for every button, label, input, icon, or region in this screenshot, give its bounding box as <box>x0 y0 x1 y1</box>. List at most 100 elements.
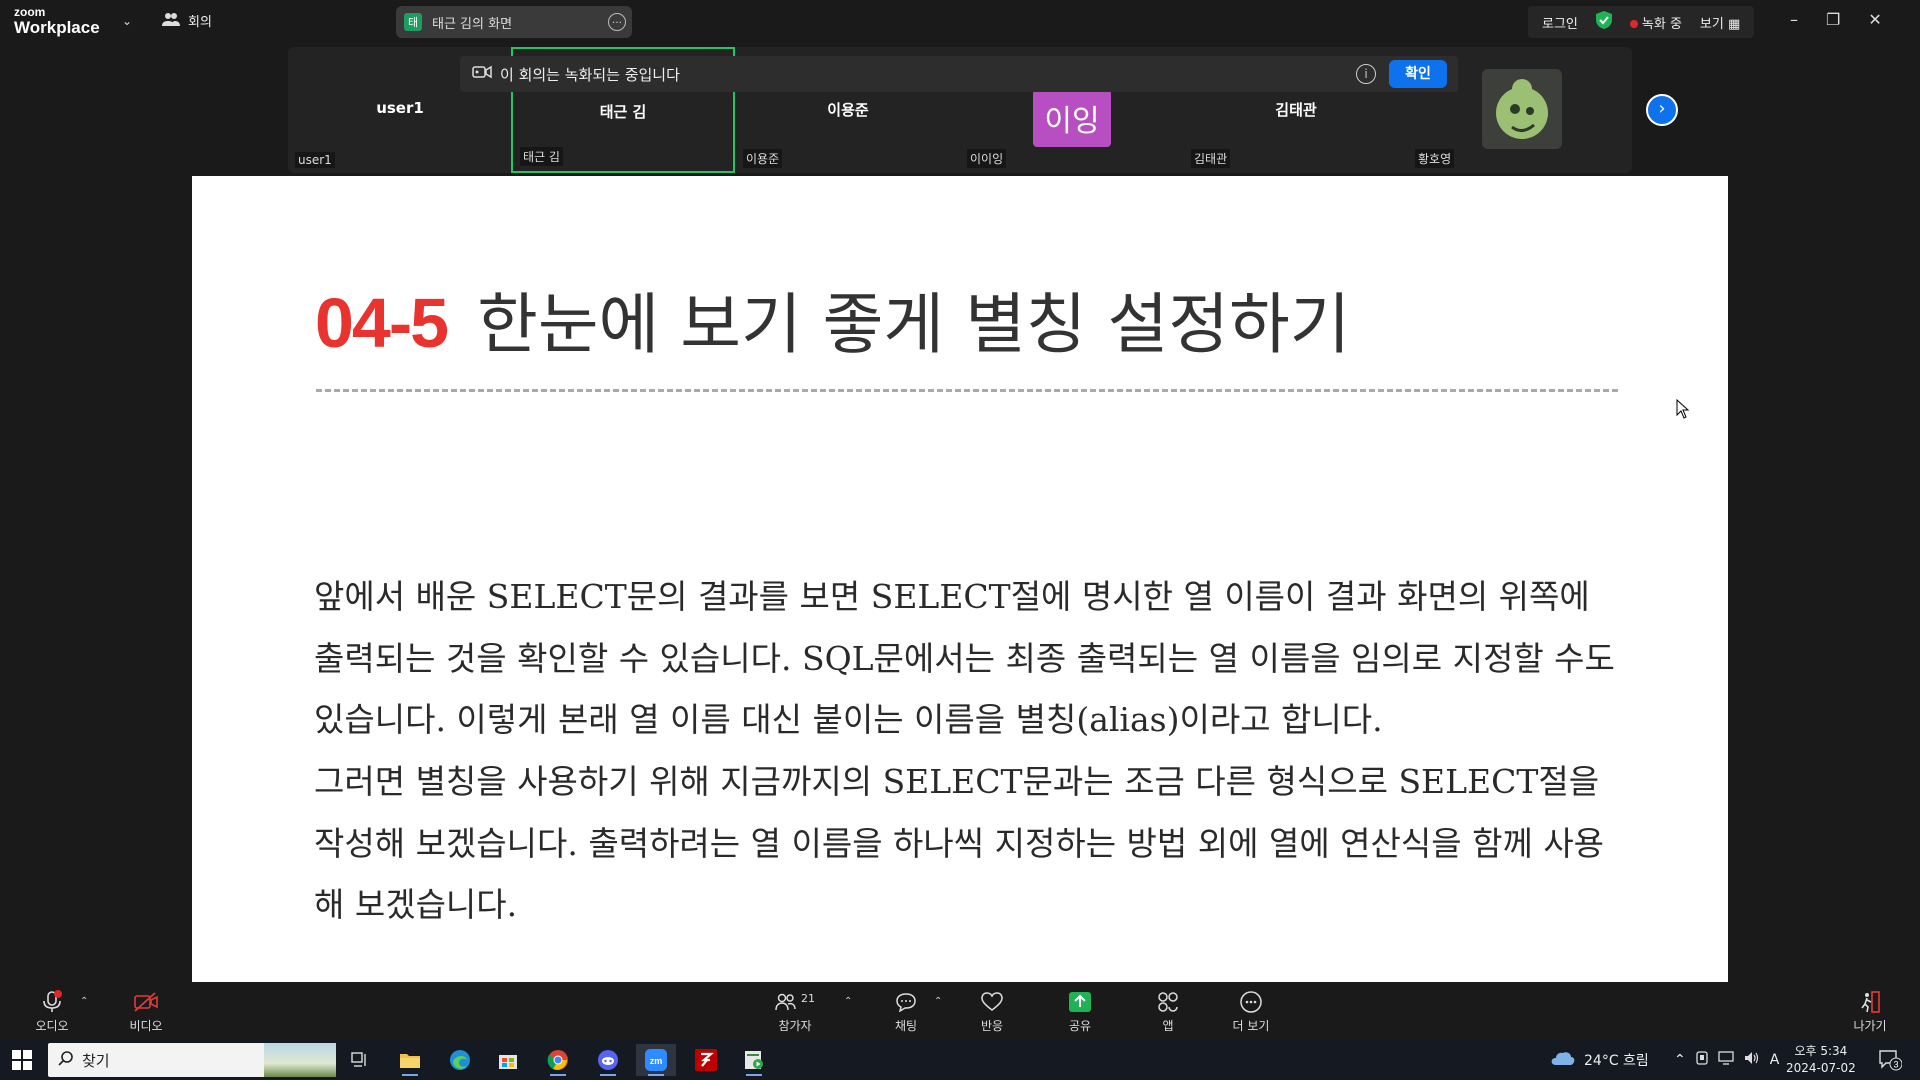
cloud-icon <box>1550 1050 1576 1070</box>
people-icon <box>162 12 180 30</box>
taskbar-search-box[interactable]: 찾기 <box>48 1043 336 1077</box>
share-button[interactable]: 공유 <box>1058 990 1102 1034</box>
view-button[interactable]: 보기 ▦ <box>1700 13 1740 32</box>
search-icon <box>58 1050 74 1070</box>
audio-label: 오디오 <box>35 1019 69 1033</box>
audio-button[interactable]: 오디오 <box>30 990 74 1034</box>
chat-options-chevron-icon[interactable]: ⌃ <box>934 996 942 1007</box>
close-icon[interactable]: ✕ <box>1868 10 1881 29</box>
share-screen-icon <box>1058 990 1102 1014</box>
apps-icon <box>1146 990 1190 1014</box>
notification-count: 3 <box>1893 1060 1898 1070</box>
zoom-app-icon[interactable]: zm <box>636 1044 676 1076</box>
recording-label: 녹화 중 <box>1641 16 1682 32</box>
system-tray: ⌃ A <box>1674 1040 1779 1080</box>
recording-notice-banner: 이 회의는 녹화되는 중입니다 i 확인 <box>460 56 1458 92</box>
title-bar: zoom Workplace ⌄ 회의 태 태근 김의 화면 … 로그인 녹화 … <box>0 0 1920 44</box>
participant-count: 21 <box>801 991 815 1005</box>
participant-display-name: 김태관 <box>1275 101 1317 119</box>
participants-icon: 21 <box>772 990 818 1014</box>
slide-heading: 04-5 한눈에 보기 좋게 별칭 설정하기 <box>315 271 1350 367</box>
network-icon[interactable] <box>1718 1051 1734 1069</box>
chat-button[interactable]: 채팅 <box>884 990 928 1034</box>
windows-taskbar: 찾기 zm 24°C 흐림 ⌃ A 오후 5:34 2024-07-02 3 <box>0 1040 1920 1080</box>
body-paragraph-2: 그러면 별칭을 사용하기 위해 지금까지의 SELECT문과는 조금 다른 형식… <box>314 762 1605 924</box>
video-label: 비디오 <box>129 1019 163 1033</box>
security-shield-icon[interactable] <box>1595 11 1612 33</box>
logo-bottom-text: Workplace <box>14 18 100 37</box>
recording-dot-icon <box>1629 19 1638 28</box>
reactions-button[interactable]: 반응 <box>970 990 1014 1034</box>
participant-name-label: 이이잉 <box>967 149 1007 168</box>
weather-text: 24°C 흐림 <box>1584 1053 1649 1069</box>
clock-time: 오후 5:34 <box>1794 1044 1848 1058</box>
chevron-down-icon[interactable]: ⌄ <box>122 14 132 28</box>
logo-top-text: zoom <box>14 5 46 19</box>
file-explorer-icon[interactable] <box>390 1044 430 1076</box>
participant-display-name: 태근 김 <box>599 103 647 121</box>
input-method-indicator[interactable]: A <box>1770 1052 1780 1068</box>
video-camera-icon <box>472 65 492 83</box>
info-icon[interactable]: i <box>1356 64 1376 84</box>
participant-name-label: 황호영 <box>1415 149 1455 168</box>
share-label: 공유 <box>1068 1019 1092 1033</box>
section-title: 한눈에 보기 좋게 별칭 설정하기 <box>477 286 1351 363</box>
discord-icon[interactable] <box>588 1044 628 1076</box>
leave-button[interactable]: 나가기 <box>1848 990 1892 1034</box>
clock-date: 2024-07-02 <box>1786 1061 1856 1075</box>
participant-display-name: 이용준 <box>827 101 869 119</box>
audio-options-chevron-icon[interactable]: ⌃ <box>80 996 88 1007</box>
task-view-icon[interactable] <box>340 1044 380 1076</box>
leave-icon <box>1848 990 1892 1014</box>
grid-view-icon: ▦ <box>1727 16 1741 32</box>
svg-text:zm: zm <box>650 1056 663 1066</box>
participant-name-label: 이용준 <box>743 149 783 168</box>
more-icon <box>1226 990 1276 1014</box>
taskbar-clock[interactable]: 오후 5:34 2024-07-02 <box>1786 1043 1856 1077</box>
confirm-button[interactable]: 확인 <box>1389 60 1447 88</box>
device-icon[interactable] <box>1696 1051 1708 1069</box>
search-placeholder: 찾기 <box>82 1051 110 1070</box>
share-tag: 태 <box>404 13 422 31</box>
video-off-icon <box>124 990 168 1014</box>
reactions-label: 반응 <box>980 1019 1004 1033</box>
participant-display-name: user1 <box>376 99 424 117</box>
meeting-button[interactable]: 회의 <box>162 11 212 30</box>
apps-label: 앱 <box>1162 1019 1174 1033</box>
participants-options-chevron-icon[interactable]: ⌃ <box>844 996 852 1007</box>
next-page-button[interactable]: › <box>1646 94 1678 126</box>
participant-name-label: 김태관 <box>1191 149 1231 168</box>
notification-center-icon[interactable]: 3 <box>1878 1049 1903 1075</box>
microsoft-store-icon[interactable] <box>488 1044 528 1076</box>
dashed-divider <box>316 389 1618 392</box>
apps-button[interactable]: 앱 <box>1146 990 1190 1034</box>
restore-icon[interactable]: ❐ <box>1826 10 1840 29</box>
more-options-icon[interactable]: … <box>608 13 626 31</box>
chat-icon <box>884 990 928 1014</box>
meeting-label: 회의 <box>188 15 212 30</box>
volume-icon[interactable] <box>1744 1051 1760 1069</box>
chrome-icon[interactable] <box>538 1044 578 1076</box>
share-title: 태근 김의 화면 <box>432 16 513 32</box>
leave-label: 나가기 <box>1853 1019 1887 1033</box>
chat-label: 채팅 <box>894 1019 918 1033</box>
zoom-logo[interactable]: zoom Workplace <box>14 6 100 36</box>
login-link[interactable]: 로그인 <box>1542 13 1578 32</box>
filezilla-icon[interactable] <box>686 1044 726 1076</box>
section-number: 04-5 <box>315 284 449 362</box>
tray-expand-chevron-icon[interactable]: ⌃ <box>1674 1052 1686 1068</box>
media-player-icon[interactable] <box>734 1044 774 1076</box>
more-button[interactable]: 더 보기 <box>1226 990 1276 1034</box>
edge-browser-icon[interactable] <box>440 1044 480 1076</box>
avatar: 이잉 <box>1033 90 1111 147</box>
video-button[interactable]: 비디오 <box>124 990 168 1034</box>
view-label: 보기 <box>1699 16 1724 32</box>
windows-start-icon[interactable] <box>12 1050 32 1074</box>
more-label: 더 보기 <box>1232 1019 1270 1033</box>
recording-status[interactable]: 녹화 중 <box>1629 13 1682 32</box>
participants-button[interactable]: 21 참가자 <box>772 990 818 1034</box>
weather-widget[interactable]: 24°C 흐림 <box>1550 1040 1649 1080</box>
screen-share-indicator[interactable]: 태 태근 김의 화면 … <box>396 6 632 38</box>
minimize-icon[interactable]: – <box>1790 10 1798 29</box>
body-paragraph-1: 앞에서 배운 SELECT문의 결과를 보면 SELECT절에 명시한 열 이름… <box>314 577 1615 739</box>
